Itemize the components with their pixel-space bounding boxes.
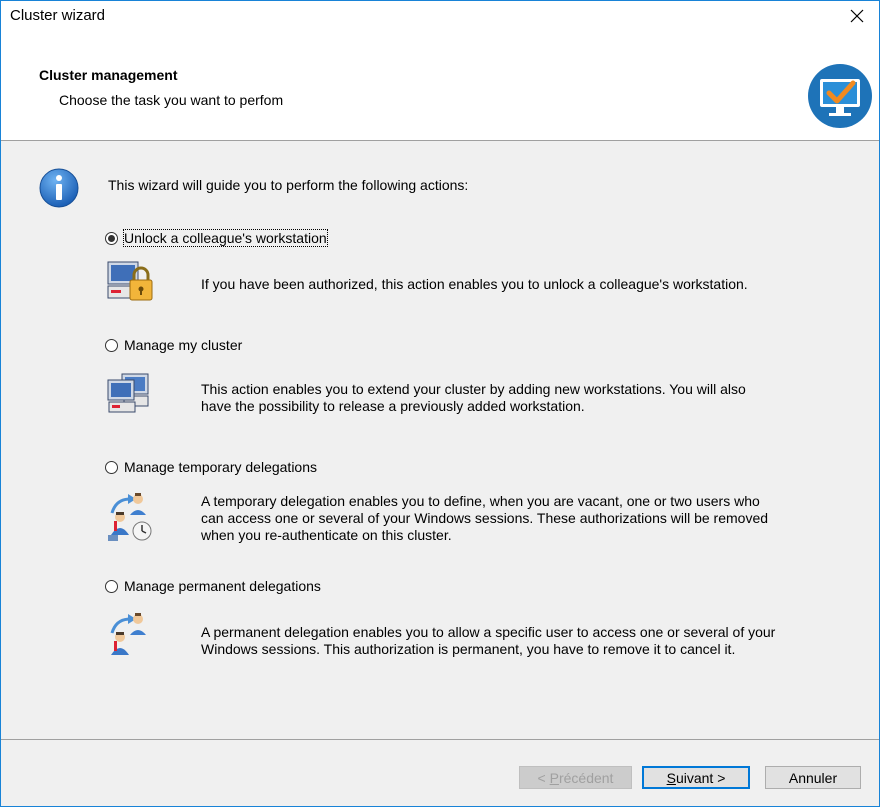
previous-label: récédent [558,769,614,786]
description-line: when you re-authenticate on this cluster… [201,527,452,543]
description-line: can access one or several of your Window… [201,510,769,526]
previous-button[interactable]: < Précédent [519,766,632,789]
workstations-cluster-icon [107,373,149,413]
radio-unlock-workstation[interactable]: Unlock a colleague's workstation [105,229,328,247]
radio-temporary-delegations[interactable]: Manage temporary delegations [105,459,317,475]
temporary-delegation-icon [108,493,152,541]
radio-button[interactable] [105,460,118,474]
radio-label[interactable]: Manage my cluster [124,337,242,353]
workstation-lock-icon [107,261,153,301]
next-label: uivant > [675,769,726,786]
description-line: This action enables you to extend your c… [201,381,746,397]
cancel-label: Annuler [788,769,838,786]
radio-label[interactable]: Manage permanent delegations [124,578,321,594]
wizard-content: This wizard will guide you to perform th… [1,141,879,739]
radio-button[interactable] [105,231,118,245]
radio-manage-cluster[interactable]: Manage my cluster [105,337,242,353]
wizard-header: Cluster management Choose the task you w… [1,31,879,141]
radio-button[interactable] [105,579,118,593]
radio-label[interactable]: Manage temporary delegations [124,459,317,475]
radio-button[interactable] [105,338,118,352]
cancel-button[interactable]: Annuler [765,766,861,789]
close-button[interactable] [835,1,879,31]
next-button[interactable]: Suivant > [642,766,750,789]
intro-text: This wizard will guide you to perform th… [108,177,469,193]
manage-cluster-description: This action enables you to extend your c… [201,381,861,415]
monitor-checkmark-icon [808,64,872,128]
description-line: have the possibility to release a previo… [201,398,585,414]
temporary-delegation-description: A temporary delegation enables you to de… [201,493,861,544]
info-icon [39,168,79,208]
header-subtitle: Choose the task you want to perfom [59,92,284,108]
header-title: Cluster management [39,67,178,83]
radio-permanent-delegations[interactable]: Manage permanent delegations [105,578,321,594]
next-mnemonic: S [666,769,676,786]
description-line: A permanent delegation enables you to al… [201,624,776,640]
previous-mnemonic: P [549,769,559,786]
unlock-description: If you have been authorized, this action… [201,276,748,292]
permanent-delegation-icon [110,613,146,655]
description-line: A temporary delegation enables you to de… [201,493,760,509]
cluster-wizard-window: Cluster wizard Cluster management Choose… [0,0,880,807]
close-icon [850,9,864,23]
previous-prefix: < [537,769,550,786]
window-title: Cluster wizard [10,7,106,24]
radio-label[interactable]: Unlock a colleague's workstation [123,229,328,247]
wizard-footer: < Précédent Suivant > Annuler [1,739,879,806]
permanent-delegation-description: A permanent delegation enables you to al… [201,624,861,658]
description-line: Windows sessions. This authorization is … [201,641,736,657]
title-bar: Cluster wizard [1,1,879,31]
